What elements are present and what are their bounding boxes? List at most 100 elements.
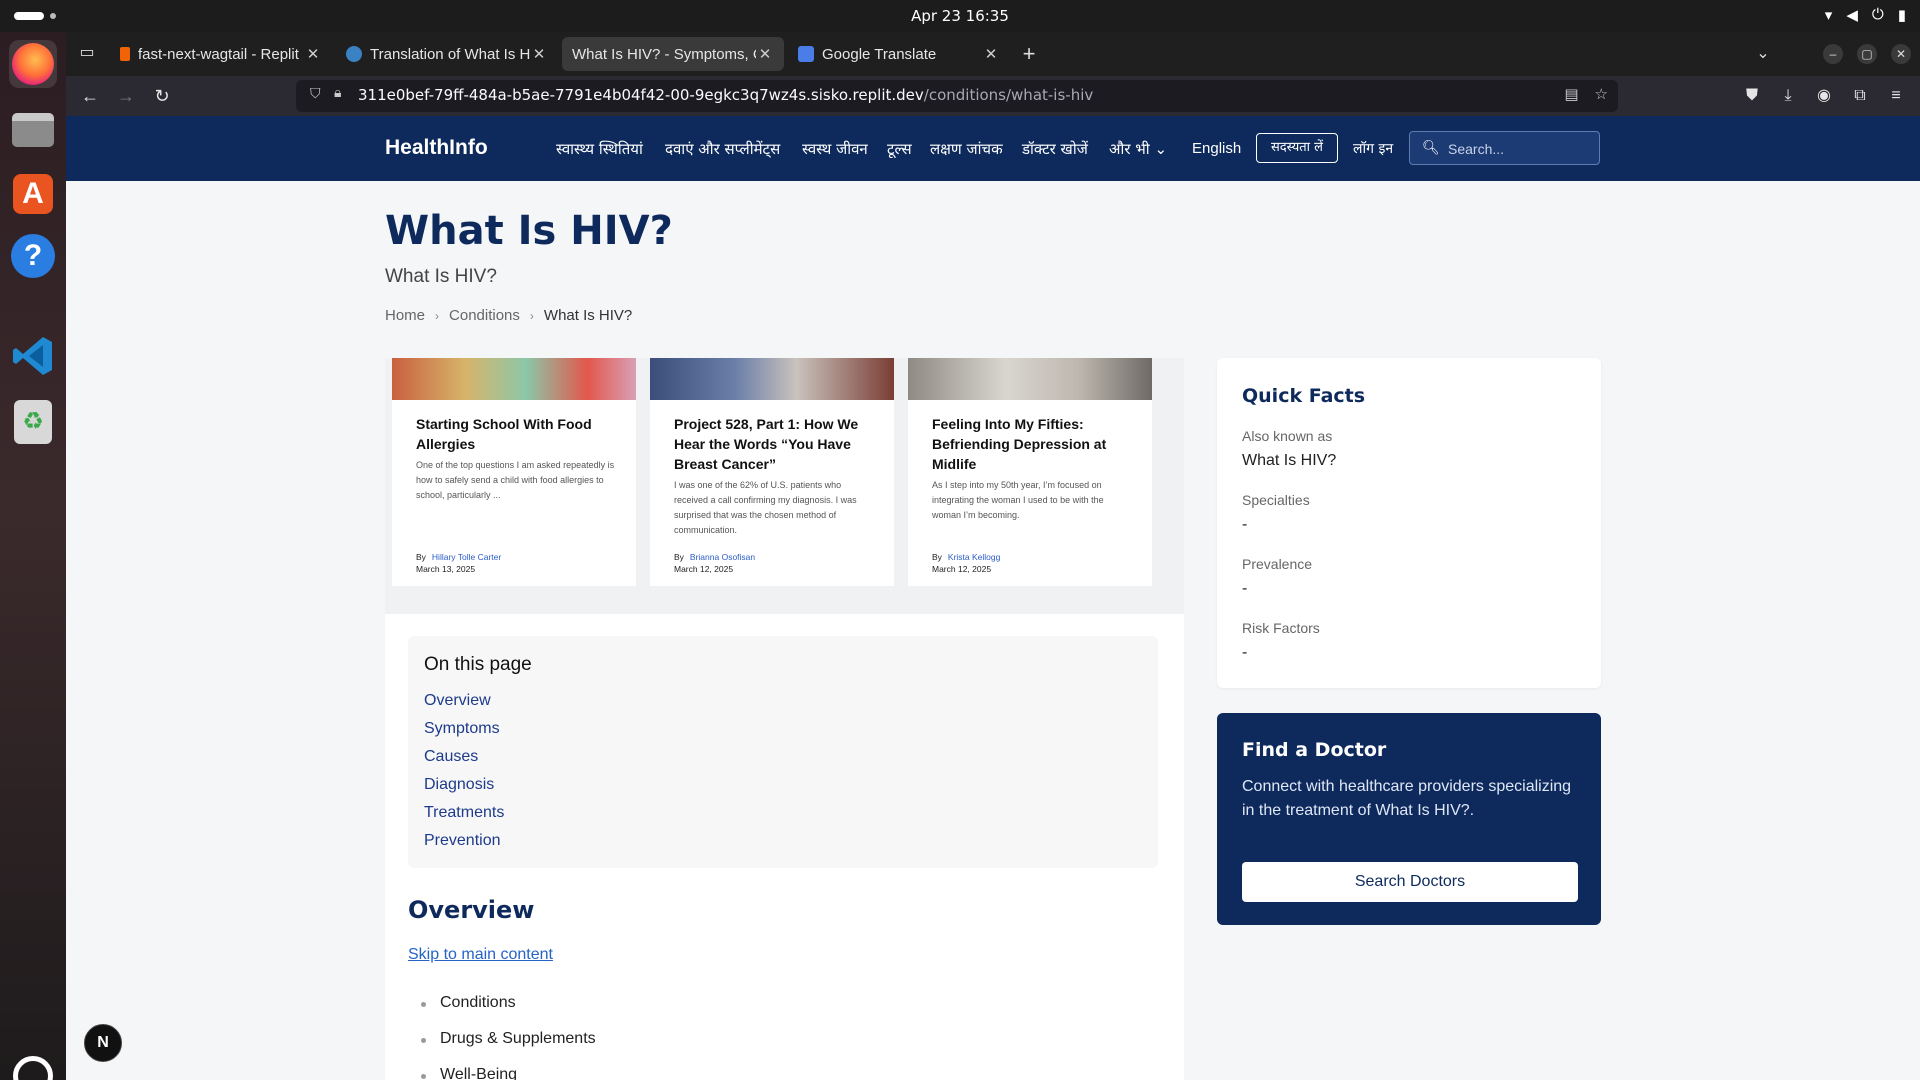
reader-view-icon[interactable]: ▤ [1564,85,1578,103]
show-apps-button[interactable] [9,1052,57,1080]
tab-what-is-hiv[interactable]: What Is HIV? - Symptoms, Ca ✕ [562,37,784,71]
list-item[interactable]: Well-Being [440,1066,517,1080]
site-search[interactable]: 🔍︎ [1409,131,1600,165]
login-link[interactable]: लॉग इन [1353,139,1393,158]
fact-label: Prevalence [1242,556,1313,572]
browser-tab-bar: ▭ fast-next-wagtail - Replit ✕ Translati… [66,32,1920,76]
search-input[interactable] [1448,138,1588,160]
overview-heading: Overview [408,896,535,924]
article-byline: By Krista Kellogg [932,552,1001,562]
article-card[interactable]: Project 528, Part 1: How We Hear the Wor… [650,358,894,586]
firefox-view-button[interactable]: ▭ [74,42,100,66]
article-image[interactable] [650,358,894,400]
tab-replit[interactable]: fast-next-wagtail - Replit ✕ [110,37,332,71]
list-item[interactable]: Drugs & Supplements [440,1030,596,1048]
article-image[interactable] [908,358,1152,400]
google-translate-favicon-icon [798,46,814,62]
shield-icon[interactable]: ⛉ [310,86,321,102]
article-author[interactable]: Krista Kellogg [948,552,1000,562]
replit-favicon-icon [120,47,130,61]
nav-drugs-supplements[interactable]: दवाएं और सप्लीमेंट्स [665,139,780,159]
chevron-down-icon: ⌄ [1154,140,1168,158]
chevron-right-icon: › [529,309,534,323]
downloads-icon[interactable]: ⤓ [1776,84,1800,108]
bookmark-star-icon[interactable]: ☆ [1595,85,1608,103]
article-card[interactable]: Starting School With Food Allergies One … [392,358,636,586]
nav-more-label: और भी [1109,140,1150,158]
close-tab-icon[interactable]: ✕ [982,45,1000,63]
trash-launcher[interactable]: ♻ [9,398,57,446]
system-tray[interactable]: ▾ ◀ ⏻ ▮ [1825,6,1906,24]
web-page: HealthInfo स्वास्थ्य स्थितियां दवाएं और … [66,116,1920,1080]
subscribe-button[interactable]: सदस्यता लें [1256,133,1338,163]
toc-link-diagnosis[interactable]: Diagnosis [424,776,494,794]
vscode-launcher[interactable] [9,332,57,380]
find-doctor-card: Find a Doctor Connect with healthcare pr… [1217,713,1601,925]
article-title[interactable]: Starting School With Food Allergies [416,414,626,454]
page-subtitle: What Is HIV? [385,266,497,287]
reload-icon[interactable]: ↻ [150,84,174,108]
article-byline: By Brianna Osofisan [674,552,756,562]
files-launcher[interactable] [9,106,57,154]
firefox-launcher[interactable] [9,40,57,88]
article-image[interactable] [392,358,636,400]
pocket-icon[interactable]: ⛊ [1740,84,1764,108]
language-selector[interactable]: English [1192,140,1241,157]
toc-link-treatments[interactable]: Treatments [424,804,504,822]
close-tab-icon[interactable]: ✕ [530,45,548,63]
close-tab-icon[interactable]: ✕ [756,45,774,63]
nav-symptom-checker[interactable]: लक्षण जांचक [930,139,1003,159]
nav-find-doctor[interactable]: डॉक्टर खोजें [1022,139,1088,159]
close-window-button[interactable]: ✕ [1891,44,1911,64]
article-card[interactable]: Feeling Into My Fifties: Befriending Dep… [908,358,1152,586]
app-center-launcher[interactable]: A [9,170,57,218]
help-launcher[interactable]: ? [9,232,57,280]
url-text[interactable]: 311e0bef-79ff-484a-b5ae-7791e4b04f42-00-… [358,86,1093,104]
search-doctors-button[interactable]: Search Doctors [1242,862,1578,902]
nextjs-dev-badge[interactable]: N [84,1024,122,1062]
page-title: What Is HIV? [385,208,673,254]
restore-button[interactable]: ▢ [1857,44,1877,64]
lock-icon[interactable]: 🔒︎ [334,85,341,101]
address-bar[interactable]: ⛉ 🔒︎ 311e0bef-79ff-484a-b5ae-7791e4b04f4… [296,80,1618,112]
forward-arrow-icon[interactable]: → [114,84,138,108]
back-arrow-icon[interactable]: ← [78,84,102,108]
fact-value: - [1242,644,1248,661]
toc-link-overview[interactable]: Overview [424,692,491,710]
chevron-right-icon: › [435,309,440,323]
article-author[interactable]: Brianna Osofisan [690,552,755,562]
minimize-button[interactable]: – [1823,44,1843,64]
breadcrumb-conditions[interactable]: Conditions [449,307,520,325]
nav-more[interactable]: और भी ⌄ [1109,139,1167,159]
tab-google-translate[interactable]: Google Translate ✕ [788,37,1010,71]
article-date: March 12, 2025 [674,564,734,574]
toc-link-causes[interactable]: Causes [424,748,478,766]
nav-tools[interactable]: टूल्स [887,139,912,159]
nav-health-conditions[interactable]: स्वास्थ्य स्थितियां [556,139,643,159]
bullet-icon [421,1038,426,1043]
toc-link-symptoms[interactable]: Symptoms [424,720,500,738]
new-tab-button[interactable]: + [1016,41,1042,67]
extensions-icon[interactable]: ⧉ [1848,84,1872,108]
article-title[interactable]: Feeling Into My Fifties: Befriending Dep… [932,414,1142,474]
article-excerpt: One of the top questions I am asked repe… [416,460,615,500]
tab-translation[interactable]: Translation of What Is HIV? ✕ [336,37,558,71]
main-content: Starting School With Food Allergies One … [385,358,1184,1080]
find-doctor-title: Find a Doctor [1242,739,1387,761]
menu-icon[interactable]: ≡ [1884,84,1908,108]
article-author[interactable]: Hillary Tolle Carter [432,552,501,562]
article-title[interactable]: Project 528, Part 1: How We Hear the Wor… [674,414,884,474]
app-center-icon: A [13,174,53,214]
wifi-icon: ▾ [1824,7,1833,24]
skip-to-main-link[interactable]: Skip to main content [408,946,553,964]
volume-icon: ◀ [1846,7,1858,24]
list-item[interactable]: Conditions [440,994,516,1012]
tab-overflow-chevron-icon[interactable]: ⌄ [1753,44,1773,64]
site-logo[interactable]: HealthInfo [385,136,488,160]
nav-healthy-living[interactable]: स्वस्थ जीवन [802,139,868,159]
breadcrumb-home[interactable]: Home [385,307,425,325]
system-clock[interactable]: Apr 23 16:35 [0,7,1920,25]
close-tab-icon[interactable]: ✕ [304,45,322,63]
toc-link-prevention[interactable]: Prevention [424,832,501,850]
account-icon[interactable]: ◉ [1812,84,1836,108]
